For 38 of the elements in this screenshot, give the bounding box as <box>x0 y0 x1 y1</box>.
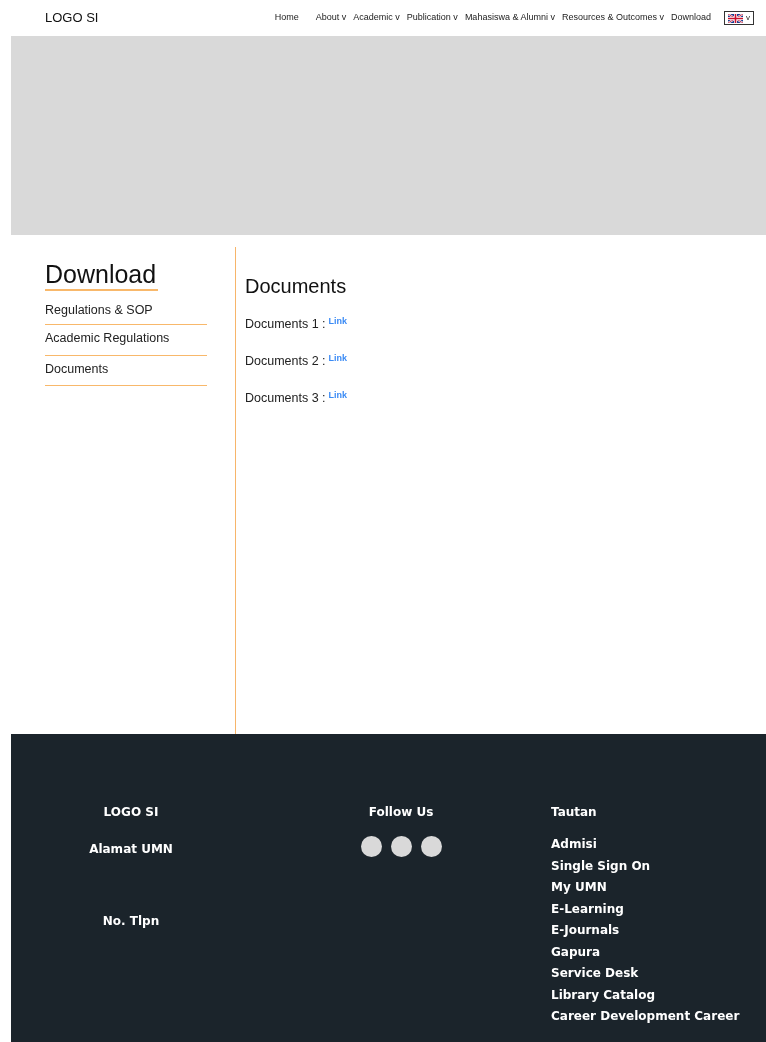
footer-link[interactable]: Library Catalog <box>551 984 740 1006</box>
footer-link[interactable]: Career Development Career <box>551 1006 740 1028</box>
footer-phone: No. Tlpn <box>102 913 160 930</box>
flag-icon <box>728 13 743 23</box>
social-icon[interactable] <box>390 836 412 857</box>
nav-link[interactable]: Mahasiswa & Alumni v <box>464 11 555 25</box>
language-selector[interactable]: v <box>724 11 754 25</box>
footer-link[interactable]: Admisi <box>551 834 740 856</box>
nav-link[interactable]: About v <box>315 11 347 25</box>
footer-link[interactable]: Single Sign On <box>551 855 740 877</box>
social-icon[interactable] <box>360 836 382 857</box>
nav-link[interactable]: Resources & Outcomes v <box>561 11 664 25</box>
footer-link[interactable]: My UMN <box>551 877 740 899</box>
document-link[interactable]: Link <box>328 389 348 403</box>
footer-link[interactable]: Service Desk <box>551 963 740 985</box>
social-icon[interactable] <box>420 836 442 857</box>
sidebar-link[interactable]: Documents <box>45 355 207 387</box>
section-title: Documents <box>245 274 348 299</box>
document-label: Documents 2 : <box>245 353 326 370</box>
footer-logo: LOGO SI <box>103 804 159 821</box>
nav-link[interactable]: Download <box>670 11 711 25</box>
nav-link[interactable]: Home <box>274 11 299 25</box>
footer-link[interactable]: Gapura <box>551 941 740 963</box>
document-link[interactable]: Link <box>328 352 348 366</box>
sidebar-link[interactable]: Academic Regulations <box>45 324 207 356</box>
footer-link[interactable]: E-Journals <box>551 920 740 942</box>
sidebar-link[interactable]: Regulations & SOP <box>45 301 207 325</box>
links-title: Tautan <box>551 804 598 821</box>
document-link[interactable]: Link <box>328 315 348 329</box>
nav-link[interactable]: Academic v <box>353 11 400 25</box>
footer-address: Alamat UMN <box>89 841 173 858</box>
page-title: Download <box>45 259 159 291</box>
footer-link[interactable]: E-Learning <box>551 898 740 920</box>
logo: LOGO SI <box>45 9 99 28</box>
document-label: Documents 3 : <box>245 390 326 407</box>
nav-link[interactable]: Publication v <box>406 11 458 25</box>
document-label: Documents 1 : <box>245 316 326 333</box>
follow-title: Follow Us <box>368 804 434 821</box>
